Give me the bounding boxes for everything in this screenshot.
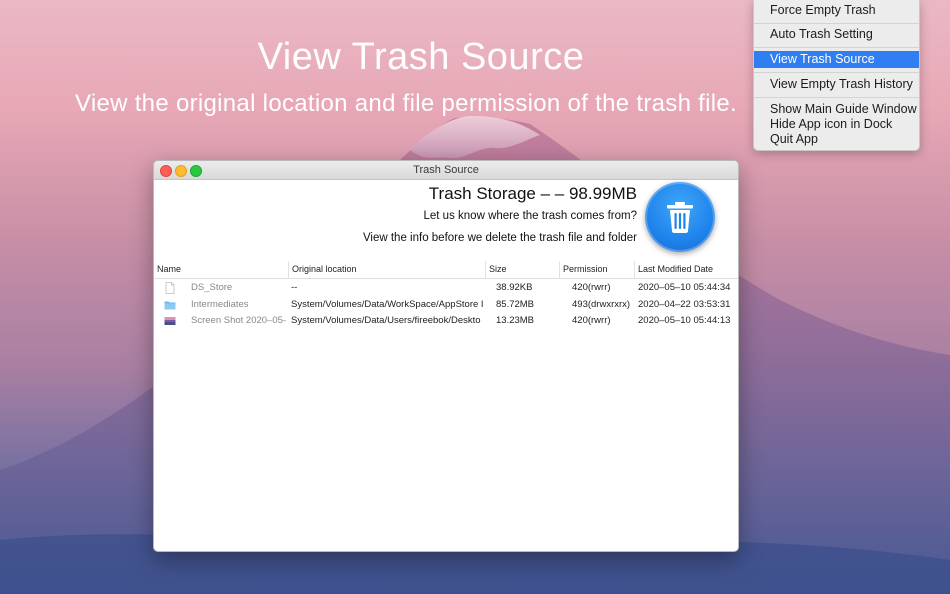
folder-icon — [164, 301, 176, 310]
table-row[interactable]: Intermediates System/Volumes/Data/WorkSp… — [154, 297, 738, 313]
column-header-size[interactable]: Size — [485, 261, 559, 278]
row-permission: 420(rwrr) — [572, 282, 611, 293]
hero-title: View Trash Source — [257, 36, 585, 78]
document-icon — [165, 282, 175, 294]
trash-source-window: Trash Source Trash Storage – – 98.99MB L… — [153, 160, 739, 552]
row-date: 2020–05–10 05:44:13 — [638, 315, 731, 326]
zoom-button[interactable] — [190, 165, 202, 177]
menu-item-force-empty-trash[interactable]: Force Empty Trash — [754, 2, 919, 19]
info-line-1: Let us know where the trash comes from? — [423, 210, 638, 222]
row-date: 2020–05–10 05:44:34 — [638, 282, 731, 293]
table-row[interactable]: DS_Store -- 38.92KB 420(rwrr) 2020–05–10… — [154, 280, 738, 296]
menu-separator — [754, 72, 919, 73]
row-size: 13.23MB — [496, 315, 535, 326]
row-name: Screen Shot 2020–05– — [191, 315, 286, 326]
menu-item-auto-trash-setting[interactable]: Auto Trash Setting — [754, 26, 919, 43]
menu-separator — [754, 47, 919, 48]
column-header-location[interactable]: Original location — [288, 261, 485, 278]
menu-item-quit-app[interactable]: Quit App — [754, 131, 919, 148]
row-location: System/Volumes/Data/Users/fireebok/Deskt… — [291, 315, 481, 326]
hero-subtitle: View the original location and file perm… — [74, 90, 738, 117]
trash-storage-label: Trash Storage – – 98.99MB — [428, 184, 637, 203]
menu-item-view-trash-source[interactable]: View Trash Source — [754, 51, 919, 68]
row-location: System/Volumes/Data/WorkSpace/AppStore I — [291, 299, 483, 310]
status-menu: Force Empty Trash Auto Trash Setting Vie… — [753, 0, 920, 151]
row-name: DS_Store — [191, 282, 233, 293]
menu-separator — [754, 97, 919, 98]
row-location: -- — [291, 282, 298, 293]
row-permission: 420(rwrr) — [572, 315, 611, 326]
row-size: 85.72MB — [496, 299, 535, 310]
menu-separator — [754, 23, 919, 24]
row-name: Intermediates — [191, 299, 249, 310]
column-header-date[interactable]: Last Modified Date — [634, 261, 738, 278]
trash-can-icon — [667, 202, 693, 233]
row-permission: 493(drwxrxrx) — [572, 299, 631, 310]
column-header-permission[interactable]: Permission — [559, 261, 634, 278]
table-row[interactable]: Screen Shot 2020–05– System/Volumes/Data… — [154, 313, 738, 329]
close-button[interactable] — [160, 165, 172, 177]
window-title: Trash Source — [413, 164, 479, 176]
window-titlebar: Trash Source — [154, 161, 738, 180]
column-header-name[interactable]: Name — [154, 261, 288, 278]
minimize-button[interactable] — [175, 165, 187, 177]
menu-item-view-empty-trash-history[interactable]: View Empty Trash History — [754, 76, 919, 93]
table-header: Name Original location Size Permission L… — [154, 261, 738, 279]
image-icon — [164, 317, 176, 325]
row-date: 2020–04–22 03:53:31 — [638, 299, 731, 310]
info-line-2: View the info before we delete the trash… — [362, 232, 637, 244]
row-size: 38.92KB — [496, 282, 533, 293]
trash-button[interactable] — [645, 182, 715, 252]
